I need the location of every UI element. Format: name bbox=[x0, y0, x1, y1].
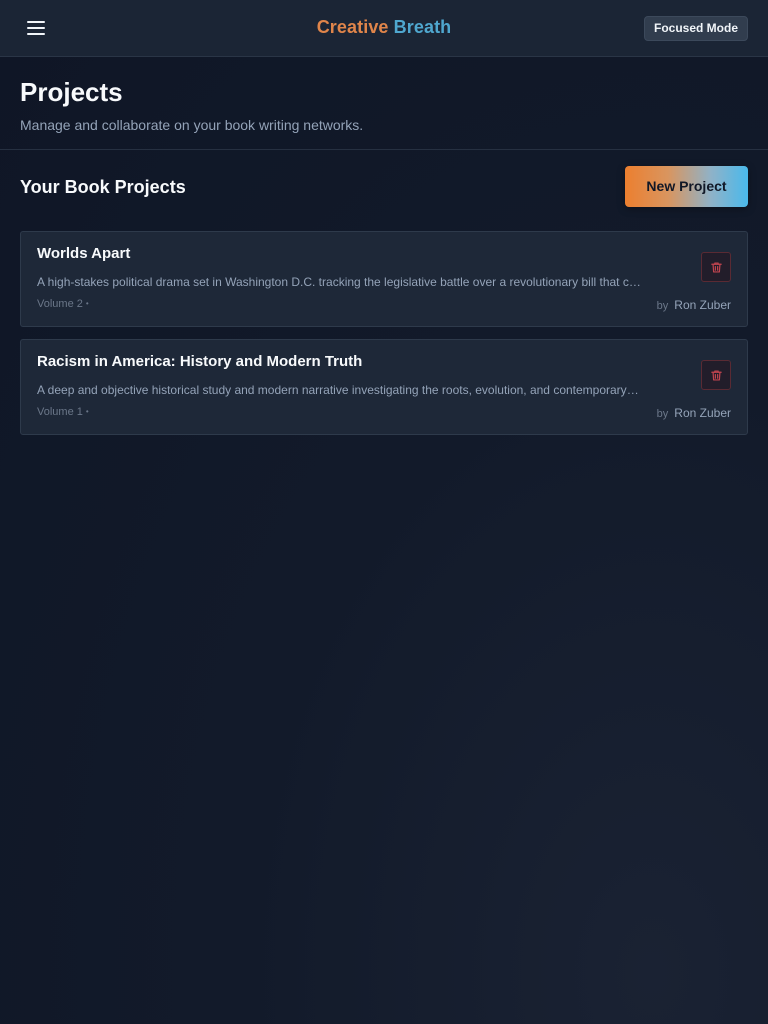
project-volume: Volume 2 • bbox=[37, 298, 89, 310]
project-title: Racism in America: History and Modern Tr… bbox=[37, 353, 363, 370]
brand-name-part1: Creative bbox=[316, 17, 389, 37]
brand-name-part2: Breath bbox=[393, 17, 452, 37]
volume-label: Volume 1 bbox=[37, 406, 83, 418]
page-subtitle: Manage and collaborate on your book writ… bbox=[20, 117, 364, 133]
by-label: by bbox=[656, 408, 669, 420]
delete-project-button[interactable] bbox=[701, 360, 731, 390]
page-header: Projects Manage and collaborate on your … bbox=[0, 57, 768, 150]
project-author: by Ron Zuber bbox=[657, 406, 731, 420]
author-name: Ron Zuber bbox=[674, 298, 731, 312]
volume-label: Volume 2 bbox=[37, 298, 83, 310]
meta-separator: • bbox=[85, 407, 89, 416]
trash-icon bbox=[711, 370, 722, 381]
project-volume: Volume 1 • bbox=[37, 406, 89, 418]
project-author: by Ron Zuber bbox=[657, 298, 731, 312]
trash-icon bbox=[711, 262, 722, 273]
top-bar: Creative Breath Focused Mode bbox=[0, 0, 768, 57]
project-description: A deep and objective historical study an… bbox=[37, 383, 641, 397]
section-title: Your Book Projects bbox=[20, 177, 186, 197]
author-name: Ron Zuber bbox=[674, 406, 731, 420]
project-description: A high-stakes political drama set in Was… bbox=[37, 275, 641, 289]
project-card[interactable]: Worlds Apart A high-stakes political dra… bbox=[20, 231, 748, 327]
meta-separator: • bbox=[85, 299, 89, 308]
project-title: Worlds Apart bbox=[37, 245, 131, 262]
delete-project-button[interactable] bbox=[701, 252, 731, 282]
project-card[interactable]: Racism in America: History and Modern Tr… bbox=[20, 339, 748, 435]
by-label: by bbox=[656, 300, 669, 312]
new-project-button[interactable]: New Project bbox=[625, 166, 748, 207]
focused-mode-button[interactable]: Focused Mode bbox=[643, 16, 748, 41]
page-title: Projects bbox=[20, 77, 123, 107]
